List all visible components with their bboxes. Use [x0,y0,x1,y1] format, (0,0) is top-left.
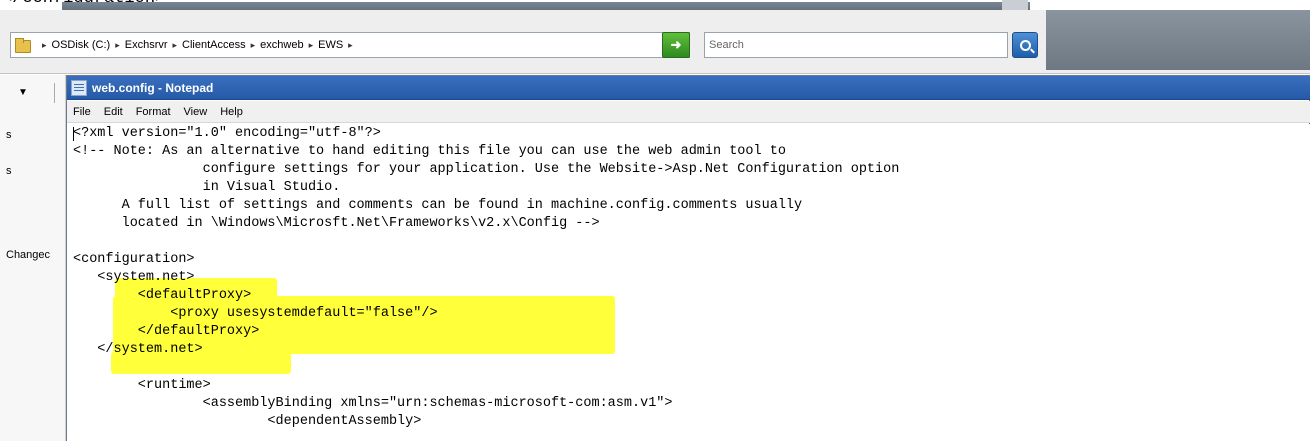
menu-view[interactable]: View [184,106,208,118]
search-input[interactable] [709,39,989,51]
menu-bar: File Edit Format View Help [67,101,1310,123]
breadcrumb-item[interactable]: Exchsrvr [125,39,168,51]
code-line: <assemblyBinding xmlns="urn:schemas-micr… [73,396,673,411]
code-line: <proxy usesystemdefault="false"/> [73,306,438,321]
breadcrumb-item[interactable]: exchweb [260,39,303,51]
menu-file[interactable]: File [73,106,91,118]
breadcrumb-separator-icon[interactable]: ▸ [115,40,120,51]
breadcrumb-separator-icon[interactable]: ▸ [251,40,256,51]
search-button[interactable] [1012,32,1038,58]
code-line: configure settings for your application.… [73,162,900,177]
breadcrumb-item[interactable]: ClientAccess [182,39,246,51]
menu-help[interactable]: Help [220,106,243,118]
menu-format[interactable]: Format [136,106,171,118]
background-titlebar [62,2,1030,10]
background-window-controls [1002,0,1028,10]
code-line: <configuration> [73,252,195,267]
magnifier-icon [1019,39,1031,51]
code-line: <defaultProxy> [73,288,252,303]
code-line: A full list of settings and comments can… [73,198,803,213]
go-button[interactable]: ➜ [662,32,690,58]
code-line: located in \Windows\Microsft.Net\Framewo… [73,216,600,231]
left-pane-label[interactable]: s [6,165,12,177]
background-right-panel [1046,10,1310,70]
code-line: in Visual Studio. [73,180,341,195]
left-pane-label[interactable]: Changec [6,249,50,261]
search-box[interactable] [704,32,1008,58]
window-title: web.config - Notepad [92,80,214,95]
left-pane-label[interactable]: s [6,129,12,141]
address-bar[interactable]: ▸ OSDisk (C:) ▸ Exchsrvr ▸ ClientAccess ▸ exchw… [10,32,690,58]
breadcrumb-separator-icon[interactable]: ▸ [348,40,353,51]
code-line: </defaultProxy> [73,324,260,339]
breadcrumb-separator-icon[interactable]: ▸ [309,40,314,51]
toolbar-separator [54,83,55,103]
organize-dropdown-icon[interactable]: ▼ [18,87,28,98]
code-line: <dependentAssembly> [73,414,422,429]
notepad-titlebar[interactable]: web.config - Notepad [67,76,1310,100]
go-arrow-icon: ➜ [670,37,682,52]
code-line: </system.net> [73,342,203,357]
notepad-icon [71,79,87,96]
background-window-strip: </configuration> [0,0,1310,10]
breadcrumb: ▸ OSDisk (C:) ▸ Exchsrvr ▸ ClientAccess ▸ exchw… [37,39,358,51]
menu-edit[interactable]: Edit [104,106,123,118]
notepad-window: web.config - Notepad File Edit Format View H… [66,75,1310,441]
background-right-area [1032,0,1310,10]
code-line: <runtime> [73,378,211,393]
code-line: <?xml version="1.0" encoding="utf-8"?> [73,126,381,141]
explorer-left-pane: ▼ s s Changec [0,75,66,441]
text-editor[interactable]: <?xml version="1.0" encoding="utf-8"?> <!… [67,124,1310,441]
breadcrumb-separator-icon[interactable]: ▸ [173,40,178,51]
breadcrumb-item[interactable]: OSDisk (C:) [52,39,111,51]
breadcrumb-item[interactable]: EWS [318,39,343,51]
code-line: <system.net> [73,270,195,285]
code-line: <!-- Note: As an alternative to hand edi… [73,144,786,159]
folder-icon [15,38,31,53]
breadcrumb-separator-icon[interactable]: ▸ [42,40,47,51]
